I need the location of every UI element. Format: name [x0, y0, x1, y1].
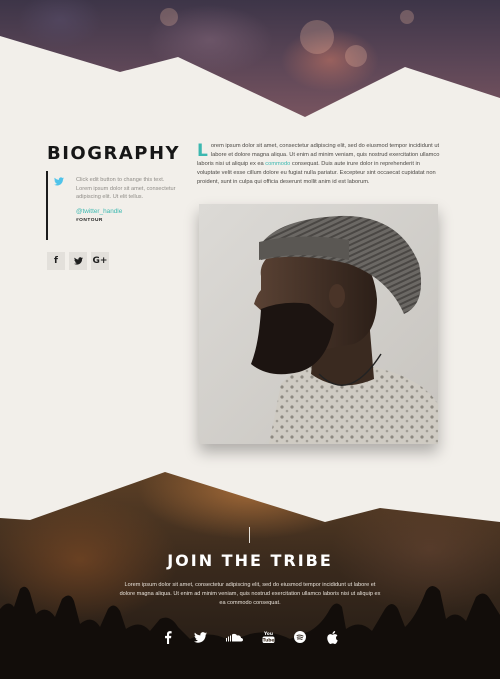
soundcloud-icon[interactable]	[225, 630, 243, 644]
twitter-icon	[54, 177, 64, 186]
svg-text:You: You	[263, 631, 273, 637]
twitter-icon[interactable]	[193, 630, 207, 644]
tweet-text: Click edit button to change this text. L…	[76, 177, 176, 201]
google-plus-button[interactable]: G+	[91, 252, 109, 270]
twitter-button[interactable]	[69, 252, 87, 270]
youtube-icon[interactable]: You Tube	[261, 630, 275, 644]
top-zigzag-divider	[0, 36, 500, 125]
facebook-icon[interactable]	[161, 630, 175, 644]
bottom-concert-banner	[0, 470, 500, 679]
biography-title: BIOGRAPHY	[47, 143, 181, 164]
bio-social-buttons: f G+	[47, 252, 109, 270]
google-plus-icon: G+	[92, 256, 108, 266]
twitter-icon	[73, 257, 83, 265]
section-divider	[249, 527, 250, 543]
footer-social-icons: You Tube	[0, 630, 500, 644]
tweet-hashtag: #ONTOUR	[76, 217, 103, 223]
biography-text: Lorem ipsum dolor sit amet, consectetur …	[197, 142, 441, 187]
bottom-zigzag-divider	[0, 470, 500, 522]
tweet-handle-link[interactable]: @twitter_handle	[76, 208, 176, 215]
dropcap-letter: L	[197, 141, 208, 161]
facebook-button[interactable]: f	[47, 252, 65, 270]
apple-icon[interactable]	[325, 630, 339, 644]
artist-portrait	[199, 204, 438, 444]
svg-text:Tube: Tube	[262, 638, 274, 644]
tweet-block: Click edit button to change this text. L…	[46, 171, 176, 240]
facebook-icon: f	[54, 256, 58, 266]
join-tribe-title: JOIN THE TRIBE	[167, 551, 333, 570]
join-tribe-text: Lorem ipsum dolor sit amet, consectetur …	[119, 582, 381, 607]
bio-text-link[interactable]: commodo	[265, 161, 290, 167]
spotify-icon[interactable]	[293, 630, 307, 644]
